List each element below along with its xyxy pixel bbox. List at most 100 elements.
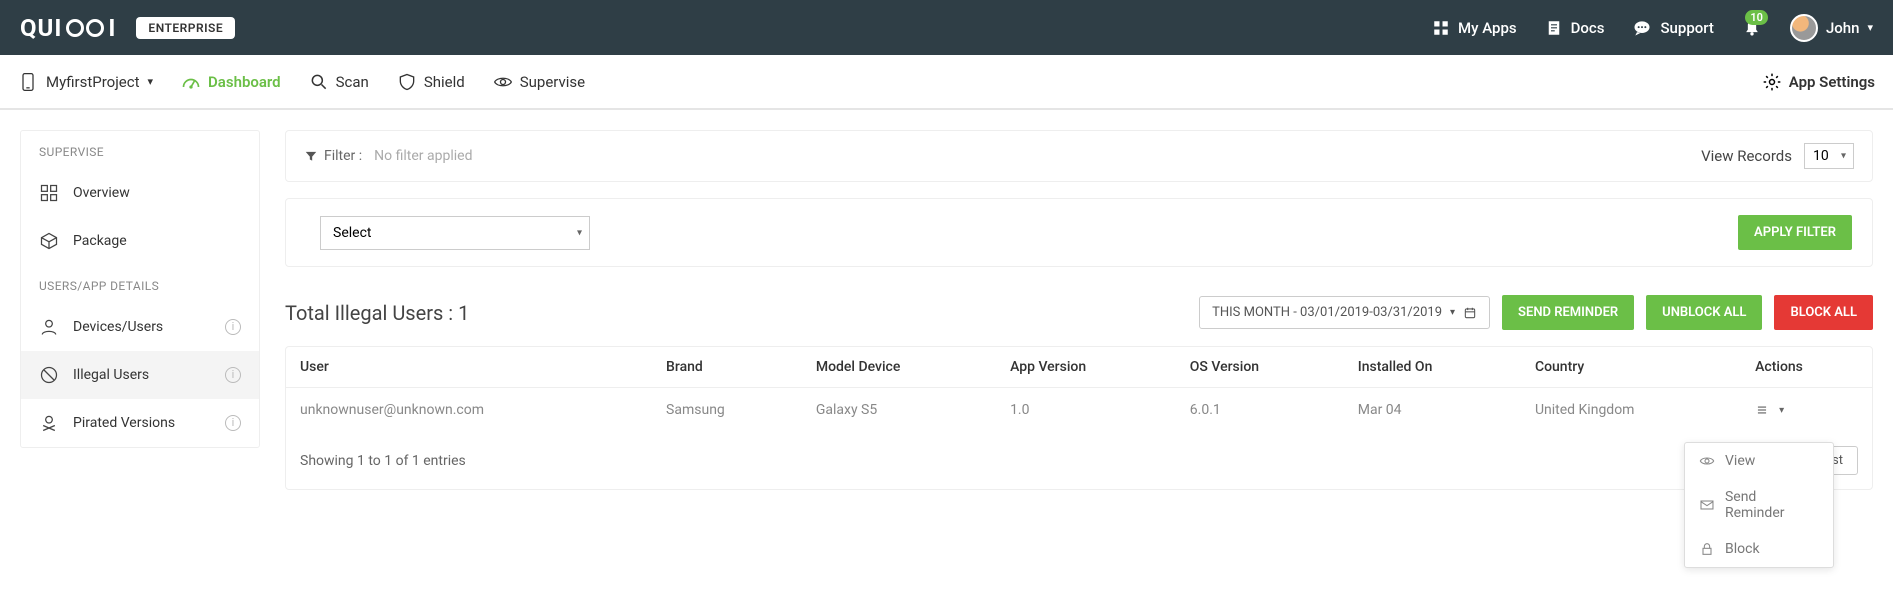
cell-app-version: 1.0 xyxy=(996,388,1176,433)
date-range-picker[interactable]: THIS MONTH - 03/01/2019-03/31/2019 ▾ xyxy=(1199,296,1490,329)
project-picker[interactable]: MyfirstProject ▾ xyxy=(18,72,153,92)
gear-icon xyxy=(1762,72,1782,92)
user-name: John xyxy=(1826,19,1860,37)
nav-label: My Apps xyxy=(1458,19,1517,37)
dropdown-item-label: View xyxy=(1725,453,1755,469)
send-reminder-button[interactable]: SEND REMINDER xyxy=(1502,295,1634,330)
results-header: Total Illegal Users : 1 THIS MONTH - 03/… xyxy=(285,283,1873,330)
cell-os-version: 6.0.1 xyxy=(1176,388,1344,433)
records-select[interactable]: 10 xyxy=(1804,143,1854,169)
user-icon xyxy=(39,317,59,337)
dropdown-item-label: Block xyxy=(1725,541,1760,557)
results-title: Total Illegal Users : 1 xyxy=(285,301,469,325)
project-name: MyfirstProject xyxy=(46,73,140,91)
cell-brand: Samsung xyxy=(652,388,802,433)
mail-icon xyxy=(1699,497,1715,513)
enterprise-badge: ENTERPRISE xyxy=(136,17,235,39)
app-settings-link[interactable]: App Settings xyxy=(1762,72,1875,92)
settings-label: App Settings xyxy=(1789,73,1875,91)
eye-icon xyxy=(493,72,513,92)
tab-dashboard[interactable]: Dashboard xyxy=(181,72,281,92)
brand-logo[interactable]: QUI I xyxy=(20,14,116,42)
overview-icon xyxy=(39,183,59,203)
dropdown-item-block[interactable]: Block xyxy=(1685,531,1833,567)
dropdown-item-view[interactable]: View xyxy=(1685,443,1833,479)
filter-select[interactable]: Select xyxy=(320,216,590,250)
search-icon xyxy=(309,72,329,92)
dropdown-item-label: Send Reminder xyxy=(1725,489,1819,521)
th-actions: Actions xyxy=(1741,347,1872,388)
chevron-down-icon: ▾ xyxy=(1867,21,1873,34)
tab-label: Shield xyxy=(424,73,465,91)
sidebar-section-users: USERS/APP DETAILS xyxy=(21,265,259,303)
logo-rings-icon xyxy=(66,19,104,37)
docs-icon xyxy=(1545,19,1563,37)
phone-icon xyxy=(18,72,38,92)
info-icon: i xyxy=(225,319,241,335)
table-footer: Showing 1 to 1 of 1 entries First Last xyxy=(286,432,1872,489)
sidebar: SUPERVISE Overview Package USERS/APP DET… xyxy=(20,130,260,448)
chevron-down-icon: ▾ xyxy=(1450,307,1455,318)
lock-icon xyxy=(1699,541,1715,557)
th-country: Country xyxy=(1521,347,1741,388)
nav-support[interactable]: Support xyxy=(1632,18,1713,38)
no-filter-text: No filter applied xyxy=(374,148,472,164)
cell-user: unknownuser@unknown.com xyxy=(286,388,652,433)
th-installed-on: Installed On xyxy=(1344,347,1521,388)
sidebar-item-label: Pirated Versions xyxy=(73,415,175,431)
notif-count-badge: 10 xyxy=(1745,10,1768,25)
info-icon: i xyxy=(225,367,241,383)
row-actions-dropdown: View Send Reminder Block xyxy=(1684,442,1834,568)
tab-label: Dashboard xyxy=(208,73,281,91)
th-app-version: App Version xyxy=(996,347,1176,388)
sidebar-item-pirated-versions[interactable]: Pirated Versions i xyxy=(21,399,259,447)
tab-supervise[interactable]: Supervise xyxy=(493,72,585,92)
shield-icon xyxy=(397,72,417,92)
sidebar-item-package[interactable]: Package xyxy=(21,217,259,265)
sidebar-item-label: Package xyxy=(73,233,127,249)
gauge-icon xyxy=(181,72,201,92)
sidebar-item-illegal-users[interactable]: Illegal Users i xyxy=(21,351,259,399)
top-header: QUI I ENTERPRISE My Apps Docs Support 10… xyxy=(0,0,1893,55)
tab-shield[interactable]: Shield xyxy=(397,72,465,92)
apply-filter-panel: Select APPLY FILTER xyxy=(285,198,1873,267)
menu-lines-icon xyxy=(1755,403,1769,417)
filter-icon xyxy=(304,149,318,163)
sidebar-section-supervise: SUPERVISE xyxy=(21,131,259,169)
main-content: Filter : No filter applied View Records … xyxy=(285,130,1873,490)
sidebar-item-overview[interactable]: Overview xyxy=(21,169,259,217)
cell-installed-on: Mar 04 xyxy=(1344,388,1521,433)
block-all-button[interactable]: BLOCK ALL xyxy=(1774,295,1873,330)
apply-filter-button[interactable]: APPLY FILTER xyxy=(1738,215,1852,250)
filter-bar: Filter : No filter applied View Records … xyxy=(285,130,1873,182)
nav-docs[interactable]: Docs xyxy=(1545,19,1605,37)
calendar-icon xyxy=(1463,306,1477,320)
table-row: unknownuser@unknown.com Samsung Galaxy S… xyxy=(286,388,1872,433)
th-os-version: OS Version xyxy=(1176,347,1344,388)
nav-user-menu[interactable]: John ▾ xyxy=(1790,14,1873,42)
nav-my-apps[interactable]: My Apps xyxy=(1432,19,1517,37)
th-brand: Brand xyxy=(652,347,802,388)
cell-model: Galaxy S5 xyxy=(802,388,996,433)
results-table: User Brand Model Device App Version OS V… xyxy=(286,347,1872,432)
nav-notifications[interactable]: 10 xyxy=(1742,18,1762,38)
dropdown-item-send-reminder[interactable]: Send Reminder xyxy=(1685,479,1833,531)
filter-label: Filter : xyxy=(304,148,362,164)
chevron-down-icon: ▾ xyxy=(148,75,154,88)
sidebar-item-label: Devices/Users xyxy=(73,319,163,335)
results-table-panel: User Brand Model Device App Version OS V… xyxy=(285,346,1873,490)
chat-icon xyxy=(1632,18,1652,38)
tab-scan[interactable]: Scan xyxy=(309,72,369,92)
nav-label: Docs xyxy=(1571,19,1605,37)
showing-text: Showing 1 to 1 of 1 entries xyxy=(300,453,466,469)
date-range-label: THIS MONTH - 03/01/2019-03/31/2019 xyxy=(1212,305,1442,320)
sidebar-item-devices-users[interactable]: Devices/Users i xyxy=(21,303,259,351)
row-actions-menu[interactable]: ▾ xyxy=(1755,403,1858,417)
pirate-icon xyxy=(39,413,59,433)
avatar-icon xyxy=(1790,14,1818,42)
info-icon: i xyxy=(225,415,241,431)
tab-label: Scan xyxy=(336,73,369,91)
unblock-all-button[interactable]: UNBLOCK ALL xyxy=(1646,295,1762,330)
sub-nav: MyfirstProject ▾ Dashboard Scan Shield S… xyxy=(0,55,1893,110)
th-user: User xyxy=(286,347,652,388)
